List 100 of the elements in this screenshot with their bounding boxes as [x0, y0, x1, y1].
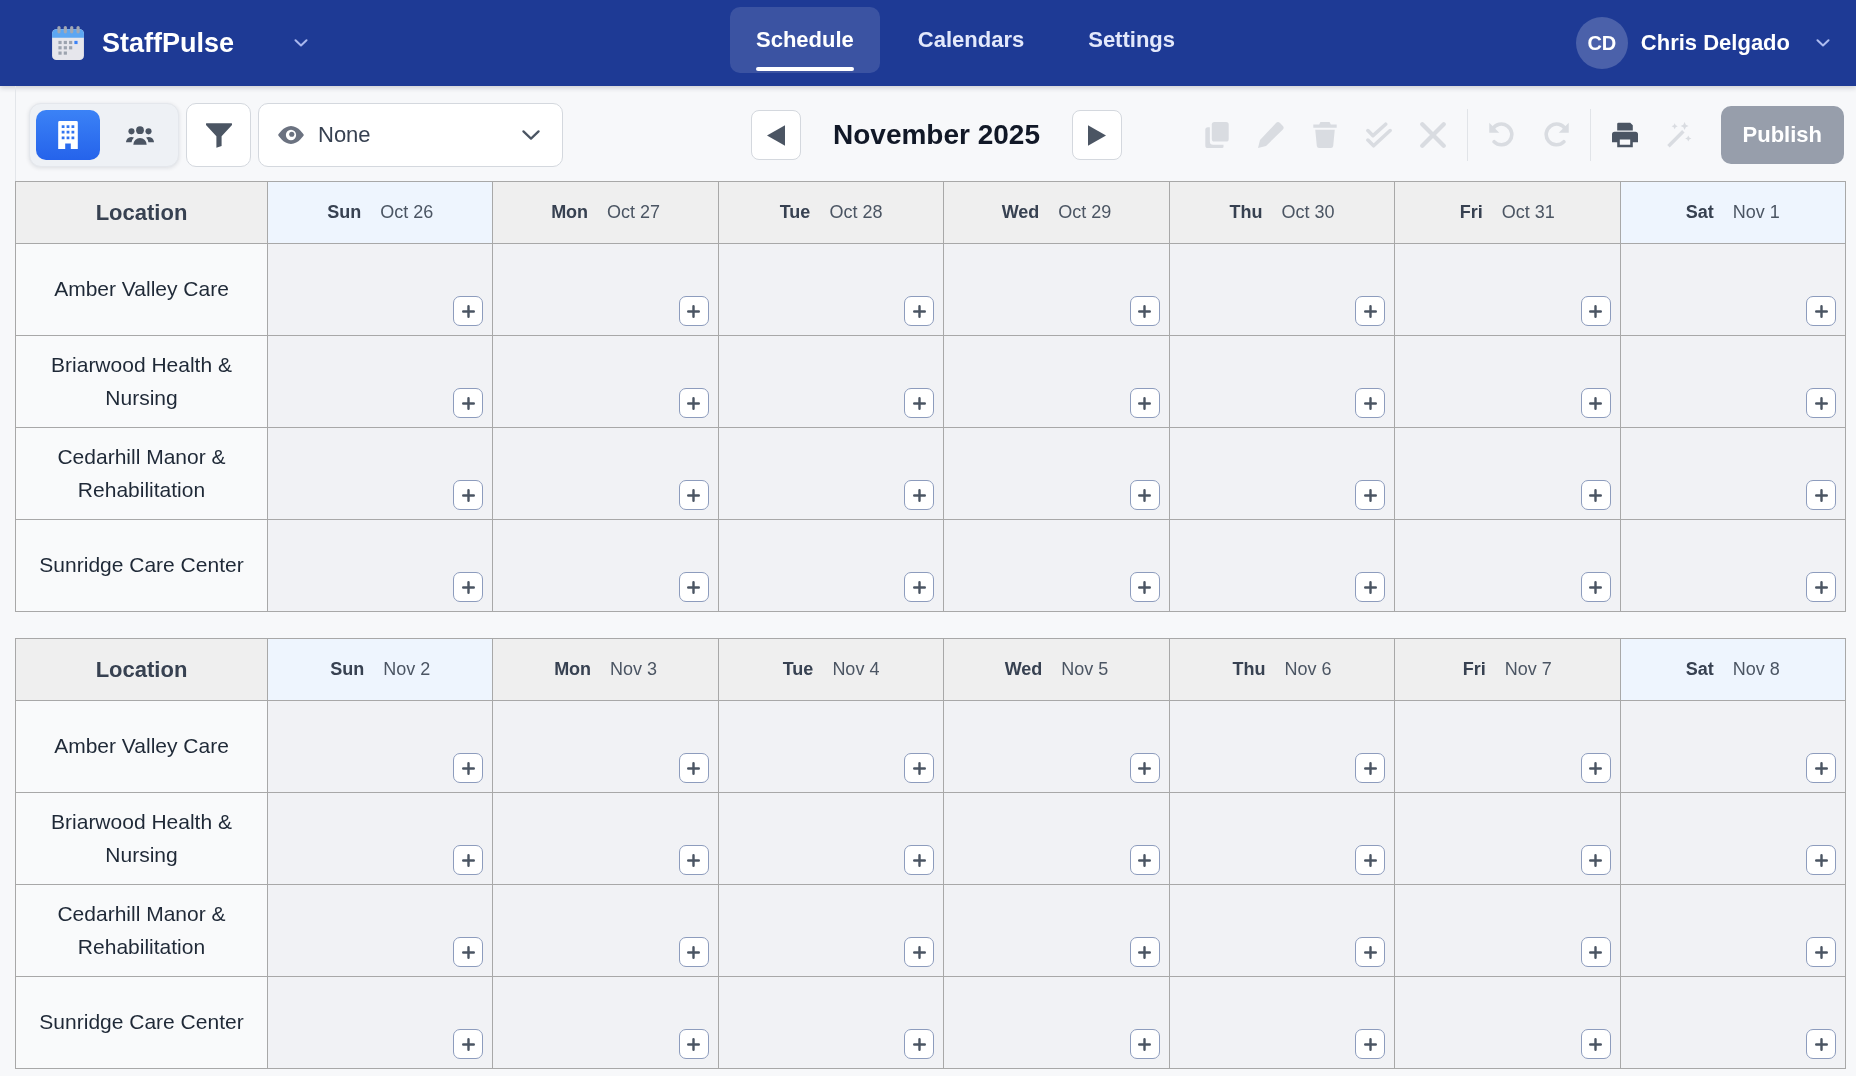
add-shift-button[interactable] [1580, 937, 1611, 967]
add-shift-button[interactable] [1806, 572, 1836, 602]
weekday-label: Thu [1229, 202, 1263, 223]
add-shift-button[interactable] [1129, 296, 1160, 326]
add-shift-button[interactable] [1580, 1029, 1611, 1059]
weekday-label: Wed [1004, 659, 1043, 680]
add-shift-button[interactable] [1806, 480, 1836, 510]
plus-icon [1363, 1037, 1377, 1051]
plus-icon [1138, 488, 1152, 502]
location-name: Sunridge Care Center [16, 520, 268, 612]
nav-tab[interactable]: Schedule [730, 7, 880, 73]
add-shift-button[interactable] [678, 296, 709, 326]
plus-icon [1363, 761, 1377, 775]
add-shift-button[interactable] [678, 480, 709, 510]
add-shift-button[interactable] [1580, 845, 1611, 875]
location-name: Cedarhill Manor & Rehabilitation [16, 428, 268, 520]
locations-view-button[interactable] [36, 110, 100, 160]
add-shift-button[interactable] [1355, 572, 1386, 602]
add-shift-button[interactable] [1806, 753, 1836, 783]
add-shift-button[interactable] [1129, 388, 1160, 418]
add-shift-button[interactable] [1806, 1029, 1836, 1059]
add-shift-button[interactable] [1580, 296, 1611, 326]
date-label: Oct 28 [829, 202, 883, 223]
triangle-right-icon [1088, 124, 1106, 146]
add-shift-button[interactable] [453, 845, 484, 875]
add-shift-button[interactable] [678, 572, 709, 602]
add-shift-button[interactable] [453, 937, 484, 967]
add-shift-button[interactable] [1806, 388, 1836, 418]
filter-button[interactable] [186, 103, 251, 167]
double-check-icon [1365, 122, 1392, 148]
add-shift-button[interactable] [453, 753, 484, 783]
add-shift-button[interactable] [1129, 937, 1160, 967]
add-shift-button[interactable] [904, 388, 935, 418]
chevron-down-icon [1816, 39, 1830, 47]
add-shift-button[interactable] [1580, 388, 1611, 418]
visibility-dropdown[interactable]: None [258, 103, 563, 167]
period-title: November 2025 [833, 119, 1040, 151]
plus-icon [461, 304, 475, 318]
plus-icon [1814, 945, 1828, 959]
add-shift-button[interactable] [678, 1029, 709, 1059]
add-shift-button[interactable] [1355, 937, 1386, 967]
add-shift-button[interactable] [1355, 753, 1386, 783]
location-header: Location [16, 639, 268, 701]
add-shift-button[interactable] [1580, 572, 1611, 602]
add-shift-button[interactable] [1806, 296, 1836, 326]
add-shift-button[interactable] [678, 845, 709, 875]
add-shift-button[interactable] [904, 845, 935, 875]
add-shift-button[interactable] [1355, 388, 1386, 418]
add-shift-button[interactable] [1580, 480, 1611, 510]
add-shift-button[interactable] [1806, 845, 1836, 875]
add-shift-button[interactable] [678, 753, 709, 783]
add-shift-button[interactable] [904, 1029, 935, 1059]
nav-tab[interactable]: Settings [1062, 7, 1201, 73]
plus-icon [687, 945, 701, 959]
date-label: Oct 27 [607, 202, 661, 223]
magic-wand-icon [1665, 122, 1692, 148]
add-shift-button[interactable] [904, 480, 935, 510]
previous-month-button[interactable] [751, 110, 801, 160]
user-avatar[interactable]: CD [1575, 17, 1628, 69]
add-shift-button[interactable] [1806, 937, 1836, 967]
add-shift-button[interactable] [1355, 296, 1386, 326]
add-shift-button[interactable] [1355, 1029, 1386, 1059]
add-shift-button[interactable] [678, 388, 709, 418]
plus-icon [912, 304, 926, 318]
plus-icon [1814, 488, 1828, 502]
add-shift-button[interactable] [904, 753, 935, 783]
building-icon [58, 121, 78, 149]
add-shift-button[interactable] [453, 1029, 484, 1059]
plus-icon [912, 1037, 926, 1051]
add-shift-button[interactable] [904, 296, 935, 326]
plus-icon [1138, 761, 1152, 775]
add-shift-button[interactable] [1129, 753, 1160, 783]
add-shift-button[interactable] [904, 937, 935, 967]
add-shift-button[interactable] [453, 296, 484, 326]
weekday-label: Sun [327, 202, 362, 223]
plus-icon [1363, 945, 1377, 959]
add-shift-button[interactable] [1129, 845, 1160, 875]
plus-icon [1363, 396, 1377, 410]
weekday-label: Fri [1462, 659, 1486, 680]
weekday-label: Sun [330, 659, 365, 680]
add-shift-button[interactable] [1129, 572, 1160, 602]
add-shift-button[interactable] [678, 937, 709, 967]
plus-icon [461, 396, 475, 410]
people-icon [126, 125, 154, 145]
add-shift-button[interactable] [904, 572, 935, 602]
add-shift-button[interactable] [1355, 480, 1386, 510]
workspace-menu-button[interactable] [294, 39, 309, 47]
add-shift-button[interactable] [1580, 753, 1611, 783]
plus-icon [461, 1037, 475, 1051]
add-shift-button[interactable] [1129, 480, 1160, 510]
add-shift-button[interactable] [453, 480, 484, 510]
user-menu-button[interactable] [1816, 39, 1830, 47]
add-shift-button[interactable] [1355, 845, 1386, 875]
date-label: Oct 26 [380, 202, 434, 223]
nav-tab[interactable]: Calendars [891, 7, 1051, 73]
next-month-button[interactable] [1072, 110, 1122, 160]
add-shift-button[interactable] [1129, 1029, 1160, 1059]
add-shift-button[interactable] [453, 388, 484, 418]
add-shift-button[interactable] [453, 572, 484, 602]
date-label: Oct 31 [1501, 202, 1555, 223]
